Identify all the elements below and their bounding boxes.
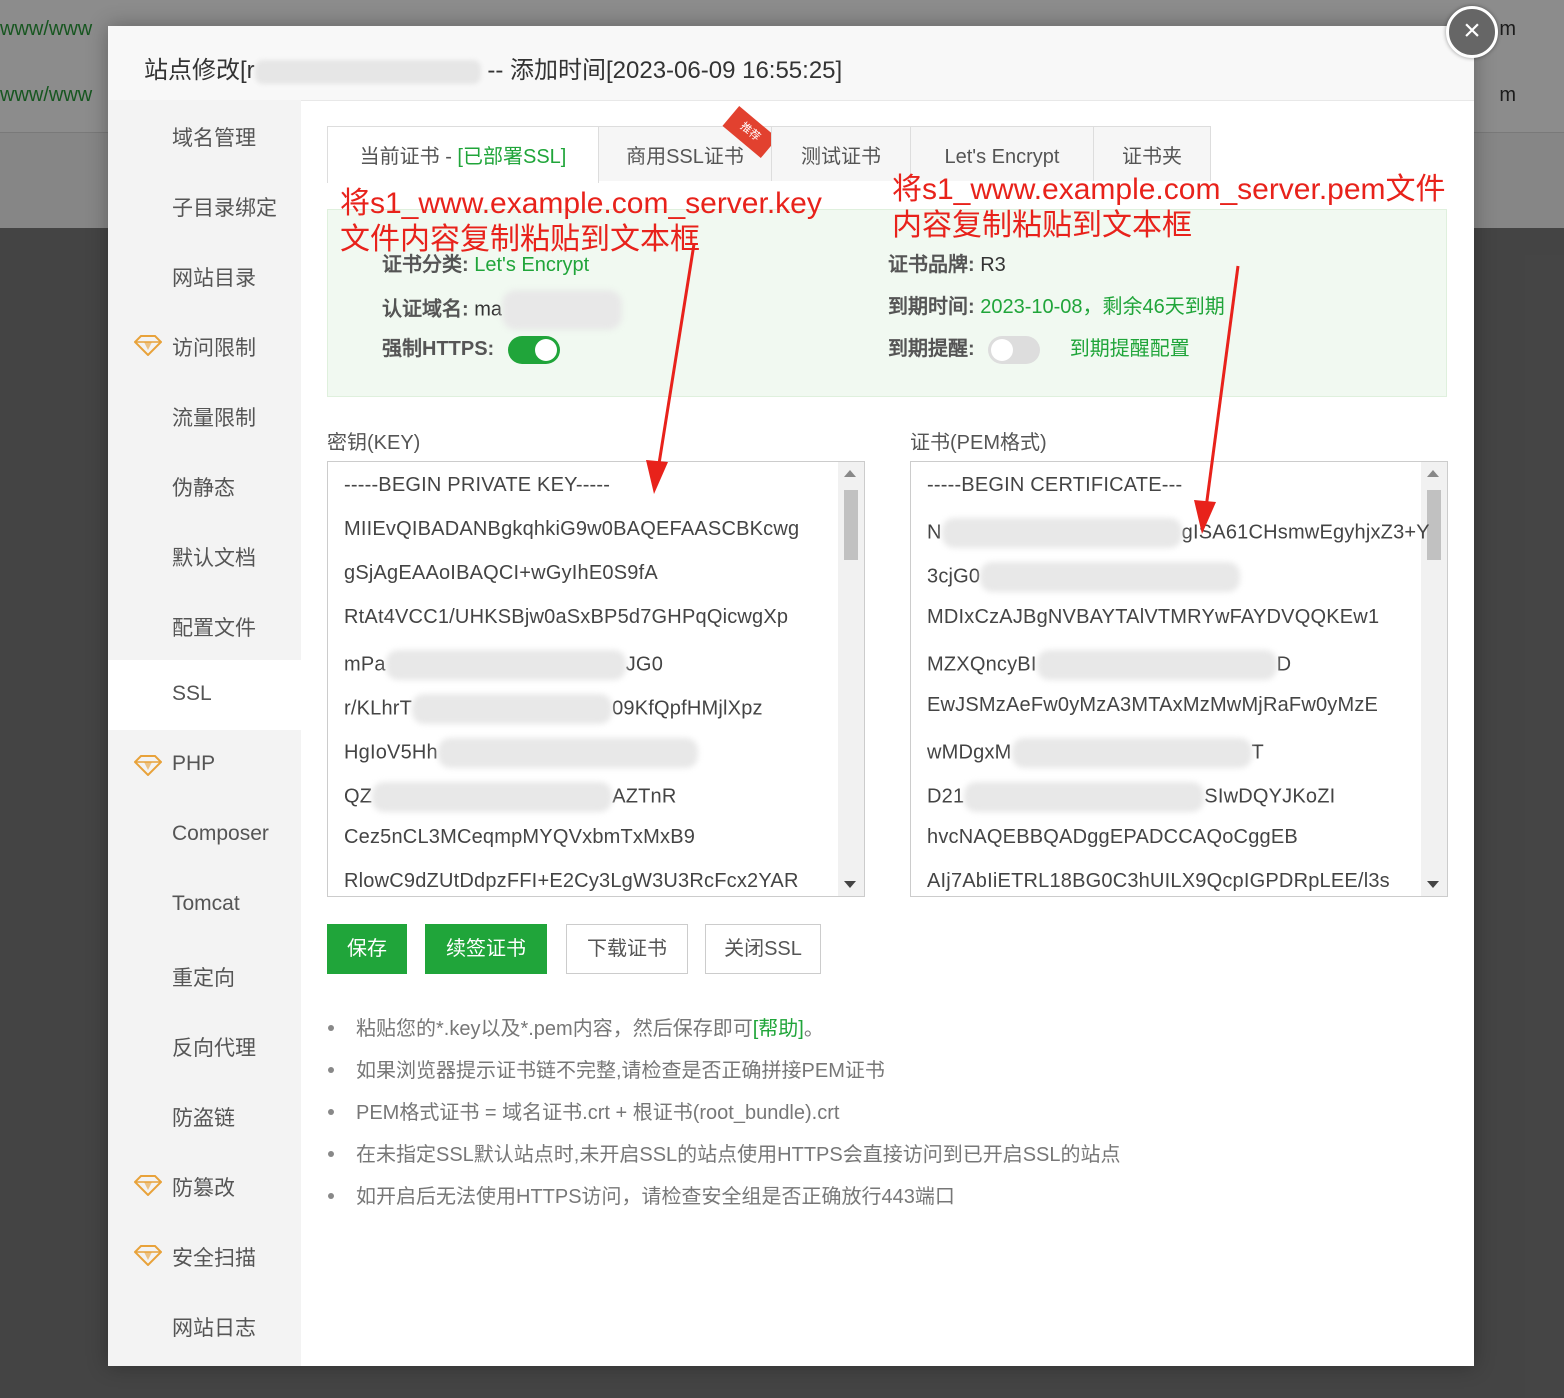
arrow-to-key-head [646, 460, 668, 494]
annotation-arrows [646, 243, 1240, 534]
arrow-to-pem-line [1204, 265, 1240, 509]
arrow-to-pem-head [1194, 500, 1216, 534]
arrow-to-key-line [656, 243, 696, 471]
